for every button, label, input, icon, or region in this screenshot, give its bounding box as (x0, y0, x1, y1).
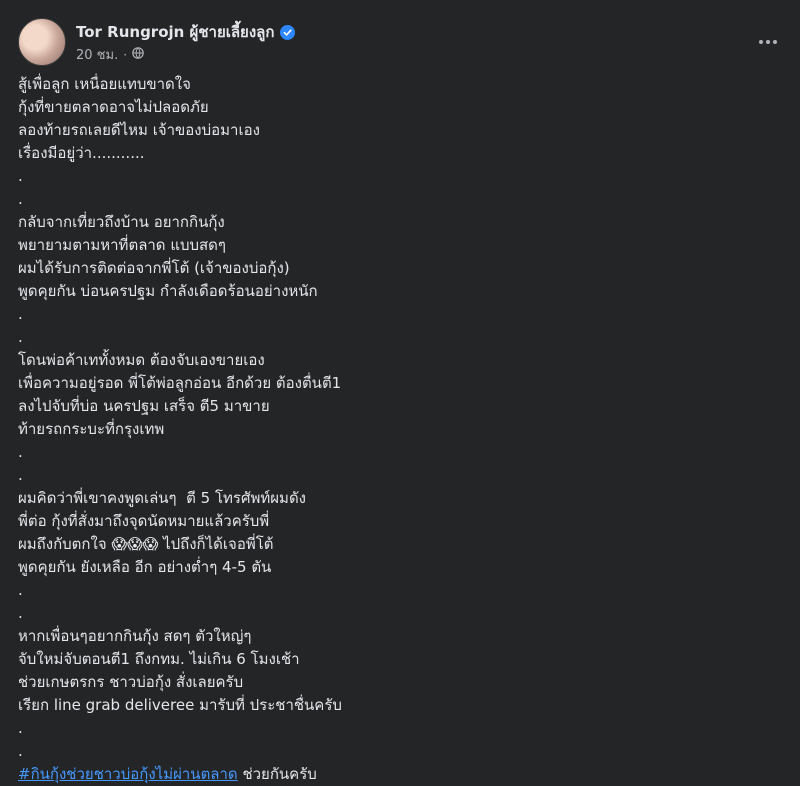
post-text-line: ผมถึงกับตกใจ 😱😱😱 ไปถึงก็ได้เจอพี่โต้ (18, 535, 274, 553)
post-text-line: . (18, 742, 23, 760)
post-text-line: เพื่อความอยู่รอด พี่โต้พ่อลูกอ่อน อีกด้ว… (18, 374, 342, 392)
post-text-line: เรียก line grab deliveree มารับที่ ประชา… (18, 696, 342, 714)
more-options-icon[interactable] (754, 28, 782, 56)
post-text-line: ผมคิดว่าพี่เขาคงพูดเล่นๆ ตี 5 โทรศัพท์ผม… (18, 489, 307, 507)
post-header: Tor Rungrojn ผู้ชายเลี้ยงลูก 20 ชม. · (18, 14, 788, 70)
author-name[interactable]: Tor Rungrojn ผู้ชายเลี้ยงลูก (76, 20, 274, 44)
author-row: Tor Rungrojn ผู้ชายเลี้ยงลูก (76, 20, 296, 44)
globe-icon (132, 46, 144, 63)
post-text-line: . (18, 305, 23, 323)
post-text-line: . (18, 466, 23, 484)
post-text-line: . (18, 328, 23, 346)
post-timestamp[interactable]: 20 ชม. (76, 44, 118, 65)
post-text-line: ผมได้รับการติดต่อจากพี่โต้ (เจ้าของบ่อกุ… (18, 259, 290, 277)
post-text-line: ช่วยเกษตรกร ชาวบ่อกุ้ง สั่งเลยครับ (18, 673, 244, 691)
post-text-line: พูดคุยกัน บ่อนครปฐม กำลังเดือดร้อนอย่างห… (18, 282, 318, 300)
post-text-line: ท้ายรถกระบะที่กรุงเทพ (18, 420, 165, 438)
post-text-line: จับใหม่จับตอนตี1 ถึงกทม. ไม่เกิน 6 โมงเช… (18, 650, 300, 668)
post-text-line: สู้เพื่อลูก เหนื่อยแทบขาดใจ (18, 75, 191, 93)
post-text-line: ลงไปจับที่บ่อ นครปฐม เสร็จ ตี5 มาขาย (18, 397, 270, 415)
post-text-line: . (18, 167, 23, 185)
post-text-line: . (18, 604, 23, 622)
post-text-line: โดนพ่อค้าเททั้งหมด ต้องจับเองขายเอง (18, 351, 265, 369)
post-text-line: . (18, 443, 23, 461)
post-text-line: หากเพื่อนๆอยากกินกุ้ง สดๆ ตัวใหญ่ๆ (18, 627, 252, 645)
post-text-line: . (18, 581, 23, 599)
post-text-line: เรื่องมีอยู่ว่า........... (18, 144, 145, 162)
verified-badge-icon (280, 24, 296, 40)
post-text-line: กลับจากเที่ยวถึงบ้าน อยากกินกุ้ง (18, 213, 225, 231)
hashtag-suffix: ช่วยกันครับ (237, 765, 317, 783)
post-text-line: กุ้งที่ขายตลาดอาจไม่ปลอดภัย (18, 98, 209, 116)
post-text-line: . (18, 719, 23, 737)
facebook-post: Tor Rungrojn ผู้ชายเลี้ยงลูก 20 ชม. · สู… (0, 0, 800, 784)
post-text-line: พี่ต่อ กุ้งที่สั่งมาถึงจุดนัดหมายแล้วครั… (18, 512, 270, 530)
post-text-line: พูดคุยกัน ยังเหลือ อีก อย่างต่ำๆ 4-5 ตัน (18, 558, 272, 576)
post-text-line: ลองท้ายรถเลยดีไหม เจ้าของบ่อมาเอง (18, 121, 260, 139)
post-meta: 20 ชม. · (76, 44, 144, 65)
hashtag-line: #กินกุ้งช่วยชาวบ่อกุ้งไม่ผ่านตลาด ช่วยกั… (18, 763, 778, 786)
avatar[interactable] (18, 18, 66, 66)
post-text-line: . (18, 190, 23, 208)
post-body: สู้เพื่อลูก เหนื่อยแทบขาดใจกุ้งที่ขายตลา… (18, 73, 778, 786)
hashtag-link[interactable]: #กินกุ้งช่วยชาวบ่อกุ้งไม่ผ่านตลาด (18, 765, 238, 783)
post-text-line: พยายามตามหาที่ตลาด แบบสดๆ (18, 236, 226, 254)
meta-separator: · (123, 47, 128, 62)
